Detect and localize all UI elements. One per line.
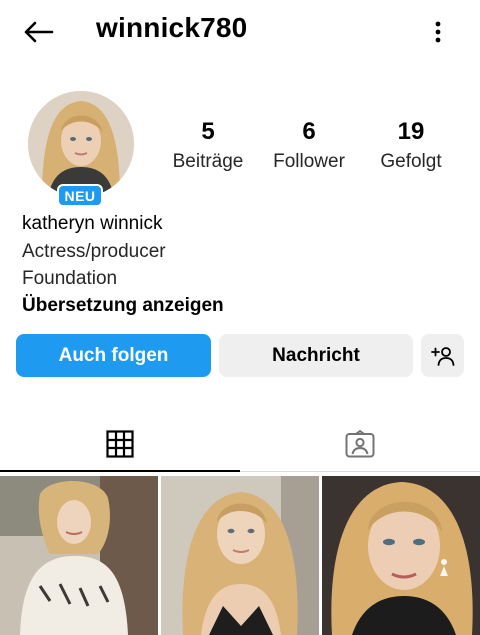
new-badge: NEU — [57, 184, 103, 207]
stat-following[interactable]: 19 Gefolgt — [366, 116, 456, 176]
stat-posts-label: Beiträge — [172, 151, 244, 172]
grid-icon — [106, 429, 134, 458]
active-tab-indicator — [0, 470, 240, 472]
profile-username: winnick780 — [96, 12, 248, 43]
stat-posts-value: 5 — [201, 118, 215, 145]
stat-following-value: 19 — [397, 118, 425, 145]
bio-category: Foundation — [22, 268, 118, 289]
message-button[interactable]: Nachricht — [219, 334, 413, 377]
show-translation-link[interactable]: Übersetzung anzeigen — [22, 294, 224, 318]
bio-name: katheryn winnick — [22, 213, 163, 234]
post-thumbnail[interactable] — [161, 476, 319, 635]
suggested-users-button[interactable] — [421, 334, 464, 377]
profile-avatar[interactable] — [28, 91, 134, 197]
post-thumbnail[interactable] — [0, 476, 158, 635]
tagged-person-icon — [345, 429, 375, 458]
more-options-icon[interactable] — [424, 14, 452, 50]
post-thumbnail[interactable] — [322, 476, 480, 635]
tab-posts-grid[interactable] — [0, 416, 240, 471]
stat-followers-value: 6 — [302, 118, 316, 145]
bio-title: Actress/producer — [22, 241, 166, 262]
stat-posts[interactable]: 5 Beiträge — [163, 116, 253, 176]
back-arrow-icon[interactable] — [18, 14, 58, 50]
stat-followers-label: Follower — [273, 151, 345, 172]
add-person-icon — [430, 346, 455, 366]
stat-following-label: Gefolgt — [380, 151, 442, 172]
stat-followers[interactable]: 6 Follower — [264, 116, 354, 176]
follow-back-button[interactable]: Auch folgen — [16, 334, 211, 377]
tab-tagged[interactable] — [240, 416, 480, 471]
